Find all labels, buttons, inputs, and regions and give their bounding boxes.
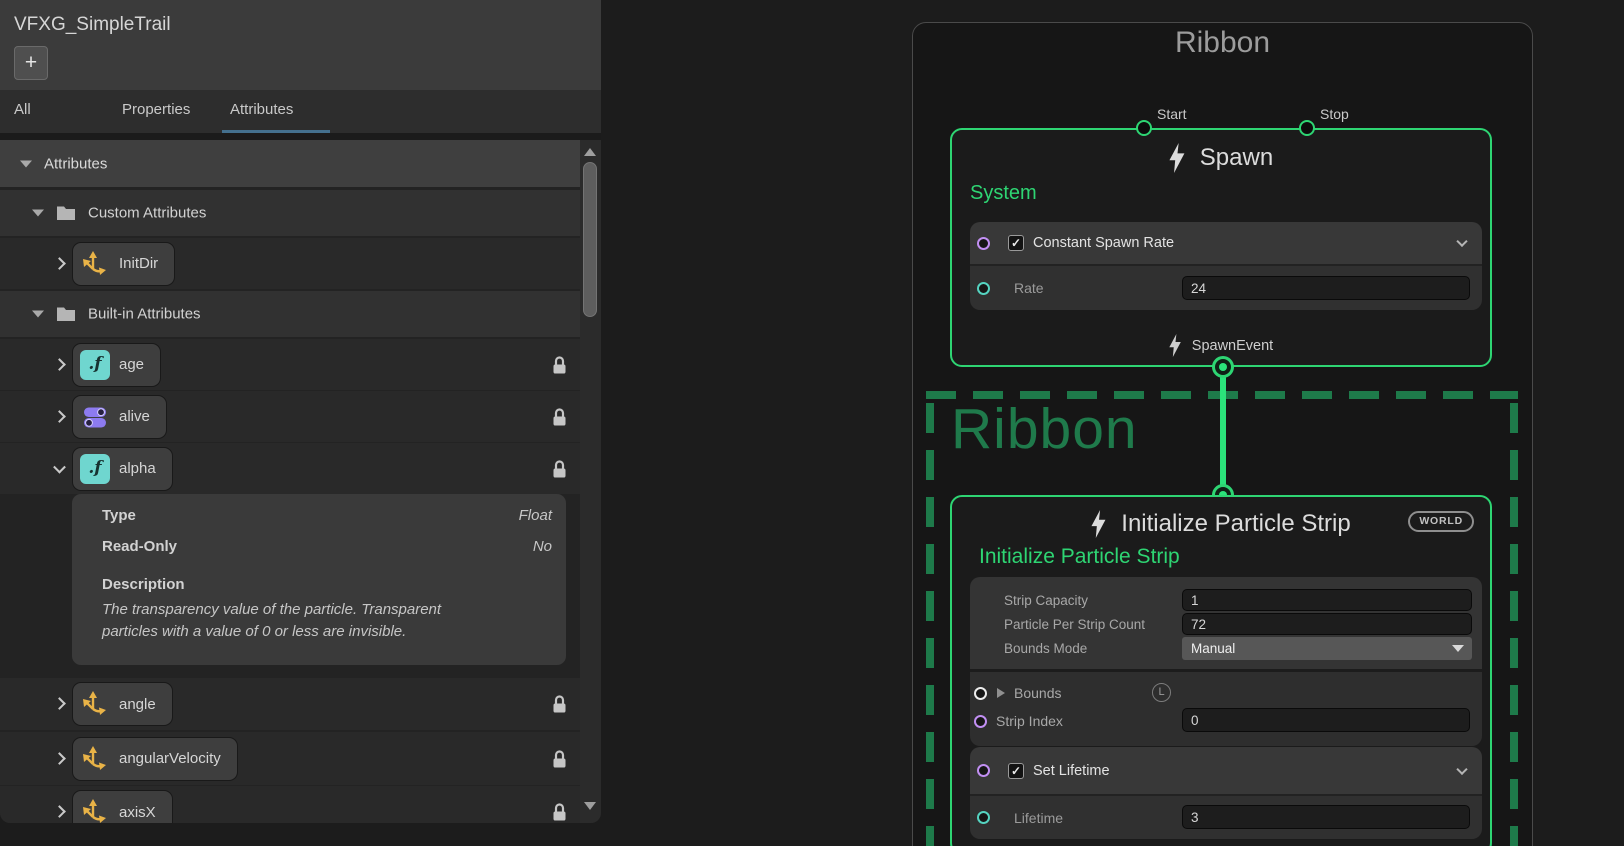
block-enabled-checkbox[interactable]: ✓ [1008, 235, 1024, 251]
initialize-settings-box: Strip Capacity Particle Per Strip Count … [970, 577, 1482, 746]
strip-index-port[interactable] [974, 715, 987, 728]
block-port[interactable] [977, 764, 990, 777]
bounds-label: Bounds [1014, 685, 1061, 701]
strip-index-label: Strip Index [996, 713, 1063, 729]
block-header-row[interactable]: ✓ Set Lifetime [970, 747, 1482, 794]
rate-input[interactable] [1182, 276, 1470, 300]
node-title: Initialize Particle Strip [1121, 510, 1350, 538]
particle-per-strip-label: Particle Per Strip Count [1004, 617, 1145, 632]
vfx-graph-canvas[interactable]: Ribbon Ribbon Start Stop Spawn System ✓ … [0, 0, 1624, 846]
bounds-mode-value: Manual [1191, 641, 1235, 656]
bounds-row: Bounds L [970, 680, 1482, 706]
start-port-label: Start [1157, 106, 1187, 122]
block-label: Set Lifetime [1033, 763, 1110, 779]
system-boundary-label: Ribbon [951, 396, 1138, 462]
start-flow-port[interactable] [1136, 120, 1152, 136]
rate-port[interactable] [977, 282, 990, 295]
block-label: Constant Spawn Rate [1033, 235, 1174, 251]
stop-flow-port[interactable] [1299, 120, 1315, 136]
system-title: Ribbon [912, 26, 1533, 60]
particle-per-strip-row: Particle Per Strip Count [970, 612, 1482, 636]
strip-capacity-input[interactable] [1182, 589, 1472, 611]
spawn-node[interactable]: Start Stop Spawn System ✓ Constant Spawn… [950, 128, 1492, 367]
system-boundary-dashed-left [926, 403, 934, 846]
local-space-badge[interactable]: L [1152, 683, 1171, 702]
lightning-icon [1169, 143, 1186, 173]
context-label: Initialize Particle Strip [979, 545, 1180, 569]
bounds-port[interactable] [974, 687, 987, 700]
rate-label: Rate [1014, 280, 1044, 296]
spawn-node-title-row: Spawn [952, 143, 1490, 173]
lightning-icon [1091, 510, 1107, 538]
dropdown-arrow-icon [1452, 645, 1464, 652]
lightning-icon [1169, 334, 1182, 357]
lifetime-label: Lifetime [1014, 810, 1063, 826]
flow-connection-edge[interactable] [1220, 367, 1226, 495]
set-lifetime-block[interactable]: ✓ Set Lifetime Lifetime [970, 747, 1482, 839]
strip-capacity-label: Strip Capacity [1004, 593, 1088, 608]
block-enabled-checkbox[interactable]: ✓ [1008, 763, 1024, 779]
spawn-output-flow-port[interactable] [1212, 356, 1234, 378]
spawn-event-label: SpawnEvent [1192, 338, 1273, 354]
spawn-event-row: SpawnEvent [952, 334, 1490, 357]
settings-section: Strip Capacity Particle Per Strip Count … [970, 577, 1482, 669]
bounds-mode-label: Bounds Mode [1004, 641, 1087, 656]
input-ports-section: Bounds L Strip Index [970, 672, 1482, 746]
strip-capacity-row: Strip Capacity [970, 588, 1482, 612]
strip-index-input[interactable] [1182, 708, 1470, 732]
context-label: System [970, 182, 1037, 205]
particle-per-strip-input[interactable] [1182, 613, 1472, 635]
bounds-mode-row: Bounds Mode Manual [970, 636, 1482, 660]
block-header-row[interactable]: ✓ Constant Spawn Rate [970, 222, 1482, 264]
lifetime-port[interactable] [977, 811, 990, 824]
constant-spawn-rate-block[interactable]: ✓ Constant Spawn Rate Rate [970, 222, 1482, 310]
collapse-chevron-icon[interactable] [1456, 763, 1467, 774]
expand-triangle-icon[interactable] [997, 688, 1005, 698]
world-space-badge[interactable]: WORLD [1408, 511, 1474, 532]
lifetime-row: Lifetime [970, 796, 1482, 839]
strip-index-row: Strip Index [970, 706, 1482, 736]
rate-row: Rate [970, 266, 1482, 310]
initialize-particle-strip-node[interactable]: Initialize Particle Strip WORLD Initiali… [950, 495, 1492, 846]
system-boundary-dashed-right [1510, 403, 1518, 846]
lifetime-input[interactable] [1182, 805, 1470, 829]
block-port[interactable] [977, 237, 990, 250]
node-title: Spawn [1200, 144, 1273, 172]
bounds-mode-dropdown[interactable]: Manual [1182, 637, 1472, 660]
collapse-chevron-icon[interactable] [1456, 236, 1467, 247]
stop-port-label: Stop [1320, 106, 1349, 122]
